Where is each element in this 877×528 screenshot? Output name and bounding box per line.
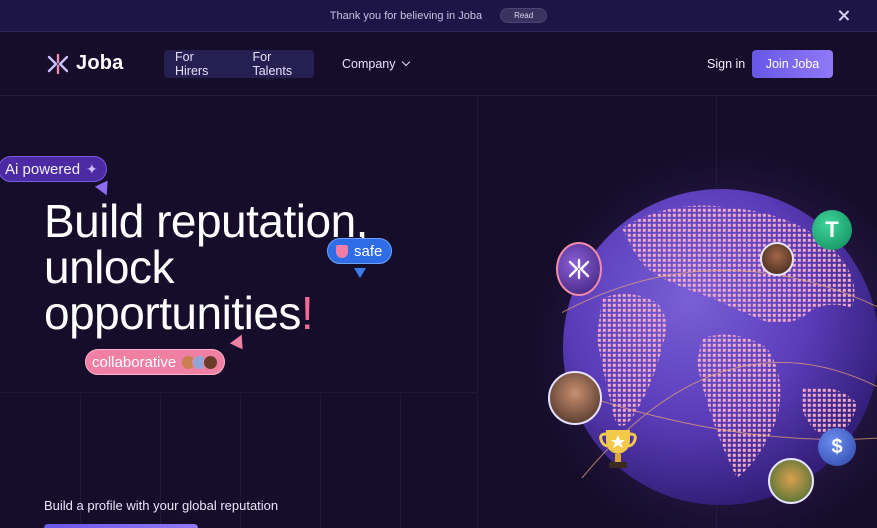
avatar xyxy=(203,354,219,370)
headline-line-2: unlock xyxy=(44,241,174,293)
grid-line xyxy=(400,392,401,528)
avatar xyxy=(760,242,794,276)
avatar xyxy=(768,458,814,504)
hero-subline: Build a profile with your global reputat… xyxy=(44,498,279,513)
audience-switch: For Hirers For Talents xyxy=(164,50,314,78)
sparkle-icon: ✦ xyxy=(86,160,98,177)
tether-coin-icon: T xyxy=(812,210,852,250)
grid-line xyxy=(0,392,477,393)
ai-powered-label: Ai powered xyxy=(5,160,81,178)
logo-text: Joba xyxy=(76,52,124,74)
collaborative-label: collaborative xyxy=(92,353,177,371)
cta-button[interactable] xyxy=(44,524,198,528)
joba-coin-icon xyxy=(556,242,602,296)
dollar-coin-icon: $ xyxy=(818,428,856,466)
headline-line-1: Build reputation, xyxy=(44,195,368,247)
ai-powered-badge: Ai powered ✦ xyxy=(0,156,107,182)
close-icon[interactable] xyxy=(837,9,851,23)
chevron-down-icon xyxy=(401,57,410,67)
sign-in-link[interactable]: Sign in xyxy=(707,57,745,71)
shield-icon xyxy=(336,244,348,258)
avatar xyxy=(548,371,602,425)
collaborative-badge: collaborative xyxy=(85,349,226,375)
announcement-bar: Thank you for believing in Joba Read xyxy=(0,0,877,32)
company-label: Company xyxy=(342,57,396,71)
read-button[interactable]: Read xyxy=(500,8,548,23)
logo[interactable]: Joba xyxy=(46,52,123,75)
company-menu[interactable]: Company xyxy=(342,57,410,71)
safe-badge: safe xyxy=(327,238,393,264)
joba-logo-icon xyxy=(47,53,69,74)
grid-line xyxy=(320,392,321,528)
pointer-decoration xyxy=(354,268,366,278)
announcement-message: Thank you for believing in Joba xyxy=(329,9,483,22)
nav-item-for-hirers[interactable]: For Hirers xyxy=(164,50,230,78)
trophy-icon xyxy=(598,426,638,470)
headline-line-3: opportunities! xyxy=(44,290,368,336)
nav-item-for-talents[interactable]: For Talents xyxy=(230,50,314,78)
hero-headline: Build reputation, unlock opportunities! xyxy=(44,198,368,336)
join-button[interactable]: Join Joba xyxy=(752,50,833,78)
top-nav: Joba For Hirers For Talents Company Sign… xyxy=(0,32,877,96)
grid-line xyxy=(477,96,478,528)
headline-line-3-text: opportunities xyxy=(44,287,301,339)
headline-exclamation: ! xyxy=(300,287,314,339)
safe-label: safe xyxy=(354,242,383,260)
